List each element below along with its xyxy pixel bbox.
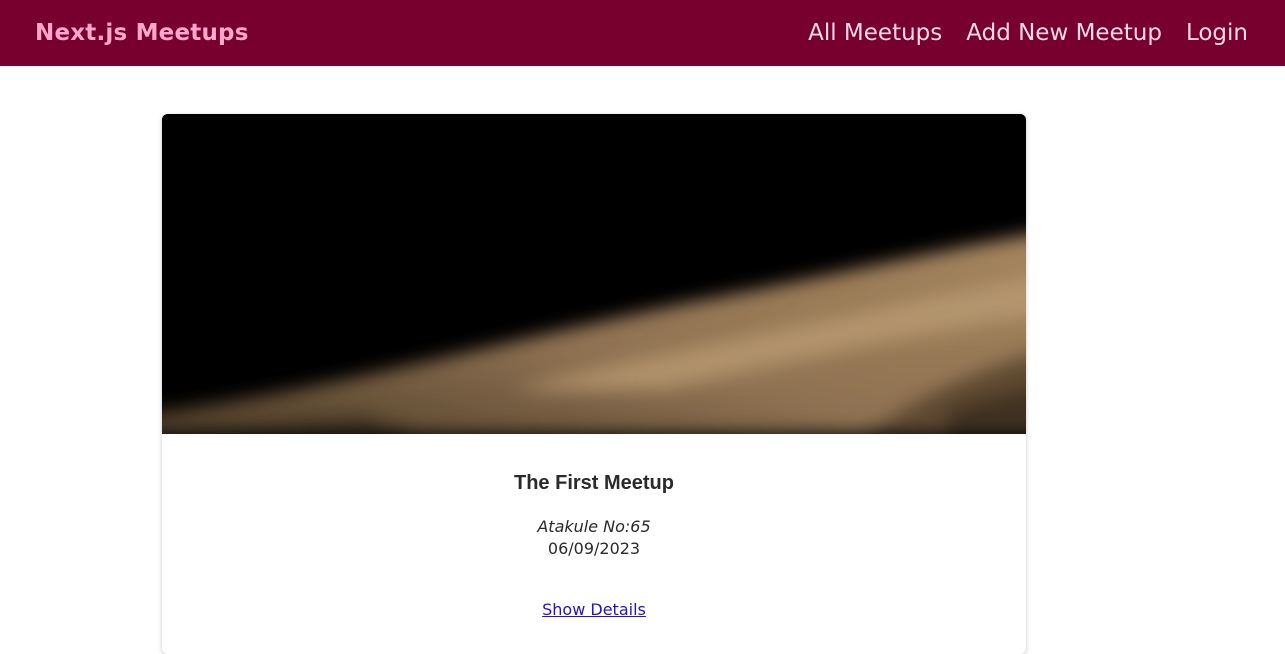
meetup-address: Atakule No:65 — [537, 517, 651, 536]
nav-add-new-meetup[interactable]: Add New Meetup — [966, 20, 1162, 46]
meetup-date: 06/09/2023 — [547, 539, 641, 558]
main-nav: All Meetups Add New Meetup Login — [808, 20, 1248, 46]
meetup-title: The First Meetup — [513, 472, 674, 494]
main-header: Next.js Meetups All Meetups Add New Meet… — [0, 0, 1285, 66]
show-details-link[interactable]: Show Details — [542, 600, 646, 619]
nav-login[interactable]: Login — [1186, 20, 1248, 46]
meetup-card-content: The First Meetup Atakule No:65 06/09/202… — [162, 434, 1026, 619]
nav-all-meetups[interactable]: All Meetups — [808, 20, 942, 46]
meetup-card: The First Meetup Atakule No:65 06/09/202… — [162, 114, 1026, 654]
site-logo[interactable]: Next.js Meetups — [35, 20, 249, 46]
meetup-image — [162, 114, 1026, 434]
meetup-photo — [162, 114, 1026, 434]
